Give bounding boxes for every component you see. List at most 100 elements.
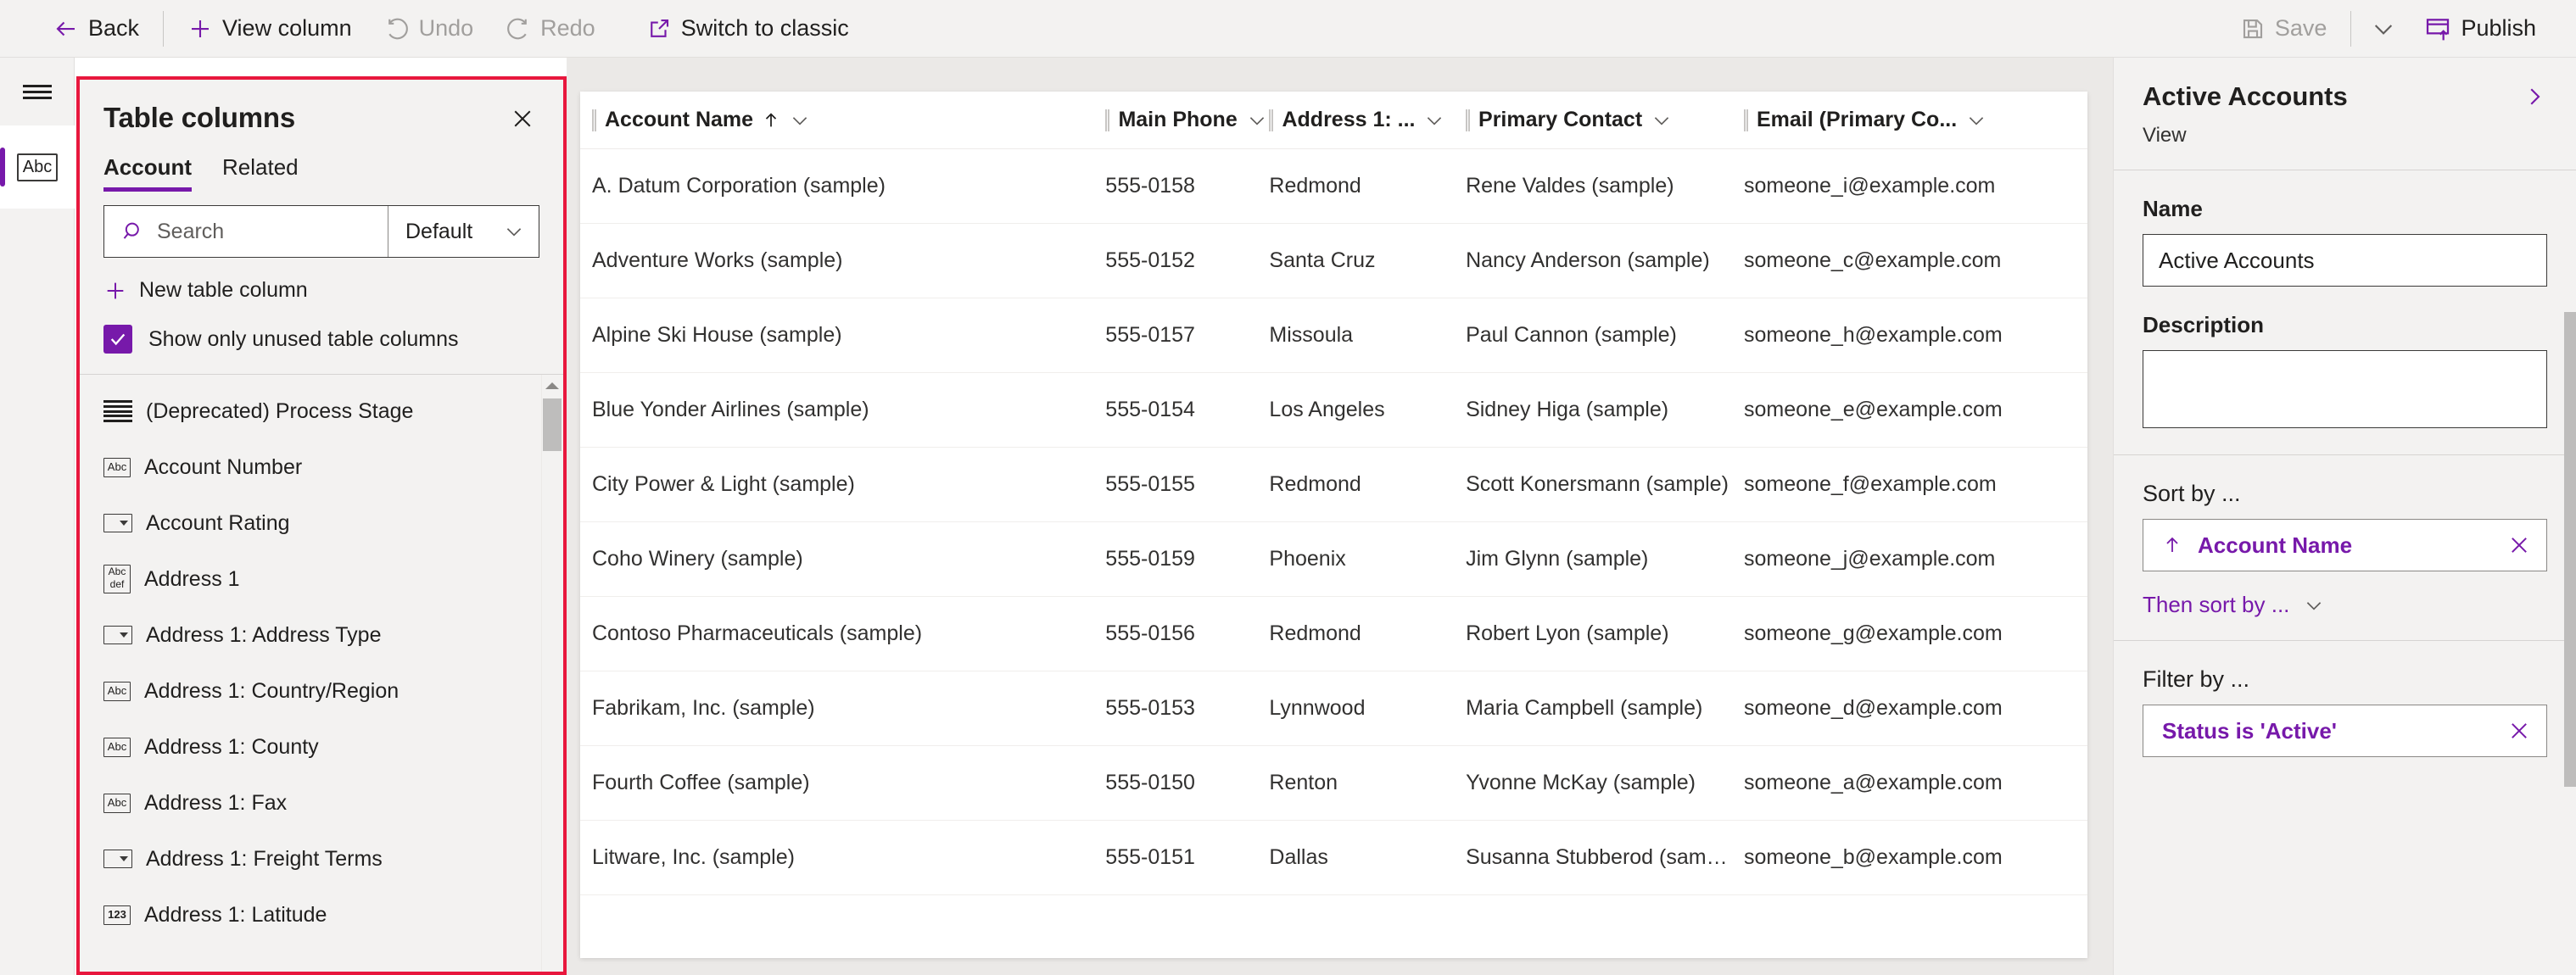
column-filter-value: Default [405, 219, 473, 243]
filter-by-label: Filter by ... [2143, 666, 2250, 692]
table-column-label: Address 1: Country/Region [144, 678, 400, 703]
table-row[interactable]: Litware, Inc. (sample) 555-0151 Dallas Susa… [580, 821, 2087, 895]
publish-label: Publish [2461, 15, 2536, 41]
table-column-list-item[interactable]: Abc Address 1: Fax [80, 775, 563, 831]
table-row[interactable]: Fourth Coffee (sample) 555-0150 Renton Yvon… [580, 746, 2087, 821]
chevron-down-icon[interactable] [1423, 109, 1445, 131]
table-column-list-item[interactable]: 123 Address 1: Latitude [80, 887, 563, 943]
chevron-down-icon[interactable] [789, 109, 811, 131]
table-column-list-item[interactable]: Abc def Address 1 [80, 551, 563, 607]
column-resize-grip[interactable] [592, 109, 596, 131]
filter-chip-status-active[interactable]: Status is 'Active' [2143, 705, 2547, 757]
table-row[interactable]: Coho Winery (sample) 555-0159 Phoenix Jim G… [580, 522, 2087, 597]
hamburger-menu-icon[interactable] [0, 58, 75, 125]
undo-label: Undo [418, 15, 474, 41]
grid-column-header[interactable]: Address 1: ... [1269, 108, 1466, 132]
rail-item-columns[interactable]: Abc [0, 125, 75, 209]
close-icon[interactable] [506, 102, 539, 136]
abc-icon: Abc [103, 681, 131, 701]
table-column-label: Address 1: Freight Terms [146, 846, 383, 871]
properties-scrollbar[interactable] [2564, 312, 2576, 787]
plus-icon [187, 16, 213, 42]
table-cell: Redmond [1269, 472, 1361, 496]
grid-column-header-label: Email (Primary Co... [1756, 108, 1958, 131]
column-filter-select[interactable]: Default [388, 206, 539, 257]
table-column-list-item[interactable]: Abc Address 1: County [80, 719, 563, 775]
back-label: Back [88, 15, 140, 41]
remove-filter-close-icon[interactable] [2507, 719, 2531, 743]
table-cell: Fourth Coffee (sample) [592, 771, 810, 794]
number-icon: 123 [103, 905, 131, 925]
table-cell: someone_i@example.com [1744, 174, 1996, 198]
table-row[interactable]: Contoso Pharmaceuticals (sample) 555-0156… [580, 597, 2087, 671]
table-column-label: Account Number [144, 454, 303, 479]
table-row[interactable]: Adventure Works (sample) 555-0152 Santa Cr… [580, 224, 2087, 298]
grid-column-header[interactable]: Email (Primary Co... [1743, 108, 2087, 132]
command-bar-left-group: Back View column Undo Redo Switch to cla… [0, 0, 865, 57]
column-resize-grip[interactable] [1269, 109, 1274, 131]
table-cell: Dallas [1269, 845, 1328, 869]
description-field[interactable] [2143, 350, 2547, 428]
table-column-list-item[interactable]: Abc Account Number [80, 439, 563, 495]
table-cell: Jim Glynn (sample) [1466, 547, 1649, 571]
table-cell: someone_b@example.com [1744, 845, 2003, 869]
tab-related[interactable]: Related [222, 154, 299, 192]
grid-column-header[interactable]: Account Name [592, 108, 1105, 132]
grid-column-header[interactable]: Main Phone [1105, 108, 1269, 132]
sort-chip-account-name[interactable]: Account Name [2143, 519, 2547, 571]
table-columns-list-container: (Deprecated) Process Stage Abc Account Num… [80, 374, 563, 972]
table-cell: 555-0154 [1105, 398, 1195, 421]
search-input[interactable] [157, 219, 388, 244]
table-cell: 555-0157 [1105, 323, 1195, 347]
properties-panel: Active Accounts View Name Description So… [2113, 58, 2576, 975]
view-designer-page: Back View column Undo Redo Switch to cla… [0, 0, 2576, 975]
column-resize-grip[interactable] [1743, 109, 1748, 131]
chevron-right-icon[interactable] [2522, 84, 2547, 109]
table-column-list-item[interactable]: Address 1: Freight Terms [80, 831, 563, 887]
table-row[interactable]: Alpine Ski House (sample) 555-0157 Missoul… [580, 298, 2087, 373]
table-cell: Nancy Anderson (sample) [1466, 248, 1710, 272]
publish-button[interactable]: Publish [2408, 0, 2552, 58]
table-cell: Yvonne McKay (sample) [1466, 771, 1696, 794]
save-label: Save [2274, 15, 2327, 41]
table-row[interactable]: A. Datum Corporation (sample) 555-0158 Red… [580, 149, 2087, 224]
column-resize-grip[interactable] [1466, 109, 1471, 131]
search-and-filter-row: Default [103, 205, 539, 258]
table-row[interactable]: Fabrikam, Inc. (sample) 555-0153 Lynnwood M… [580, 671, 2087, 746]
table-columns-scrollbar[interactable] [541, 375, 562, 972]
scrollbar-thumb[interactable] [542, 398, 562, 451]
save-button: Save [2224, 0, 2344, 58]
chevron-down-icon[interactable] [1246, 109, 1268, 131]
option-set-icon [103, 626, 132, 644]
back-button[interactable]: Back [37, 0, 155, 58]
table-row[interactable]: City Power & Light (sample) 555-0155 Redmo… [580, 448, 2087, 522]
table-row[interactable]: Blue Yonder Airlines (sample) 555-0154 Los… [580, 373, 2087, 448]
switch-to-classic-button[interactable]: Switch to classic [630, 0, 865, 58]
scroll-up-arrow-icon[interactable] [542, 375, 562, 397]
table-cell: 555-0153 [1105, 696, 1195, 720]
save-options-chevron-down-icon[interactable] [2359, 0, 2408, 58]
column-resize-grip[interactable] [1105, 109, 1110, 131]
grid-header-row: Account Name Main Phone Address 1: ... Prim… [580, 92, 2087, 149]
table-cell: Phoenix [1269, 547, 1346, 571]
then-sort-by-button[interactable]: Then sort by ... [2143, 592, 2547, 618]
table-column-label: Address 1: Fax [144, 790, 288, 815]
chevron-down-icon[interactable] [1651, 109, 1673, 131]
table-cell: someone_d@example.com [1744, 696, 2003, 720]
remove-sort-close-icon[interactable] [2507, 533, 2531, 557]
chevron-down-icon[interactable] [1965, 109, 1987, 131]
new-table-column-button[interactable]: New table column [103, 278, 539, 303]
view-column-button[interactable]: View column [171, 0, 368, 58]
redo-label: Redo [540, 15, 595, 41]
table-column-list-item[interactable]: Address 1: Address Type [80, 607, 563, 663]
table-column-list-item[interactable]: Account Rating [80, 495, 563, 551]
table-cell: Paul Cannon (sample) [1466, 323, 1677, 347]
tab-account[interactable]: Account [103, 154, 192, 192]
table-column-list-item[interactable]: Abc Address 1: Country/Region [80, 663, 563, 719]
table-cell: 555-0155 [1105, 472, 1195, 496]
name-field[interactable] [2143, 234, 2547, 287]
sort-by-section: Sort by ... Account Name Then sort by ..… [2114, 455, 2576, 641]
table-column-list-item[interactable]: (Deprecated) Process Stage [80, 383, 563, 439]
show-unused-checkbox-row[interactable]: Show only unused table columns [103, 325, 539, 354]
grid-column-header[interactable]: Primary Contact [1466, 108, 1744, 132]
